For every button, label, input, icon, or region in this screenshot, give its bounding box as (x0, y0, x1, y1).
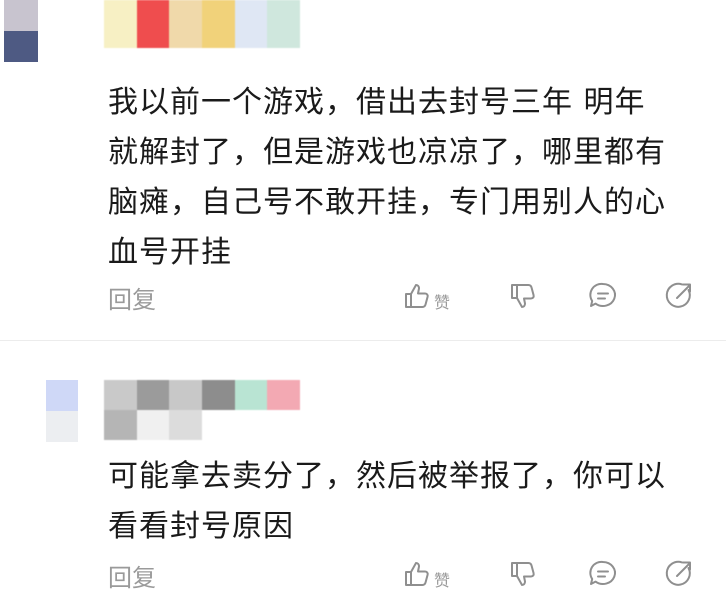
comment-button[interactable] (588, 556, 618, 592)
mosaic-cell (202, 0, 235, 48)
mosaic-cell (4, 0, 38, 31)
comment-actions: 回复 赞 (0, 274, 726, 318)
share-icon (665, 560, 691, 586)
mosaic-cell (169, 0, 202, 48)
mosaic-cell (14, 380, 46, 411)
comment-actions: 回复 赞 (0, 552, 726, 596)
comment-bubble-icon (589, 560, 616, 585)
mosaic-cell (46, 411, 78, 442)
reply-button[interactable]: 回复 (108, 558, 156, 593)
comment-button[interactable] (588, 278, 618, 314)
thumbs-down-icon (511, 562, 535, 586)
mosaic-cell (104, 410, 137, 440)
mosaic-cell (38, 31, 72, 62)
comment-text: 可能拿去卖分了，然后被举报了，你可以 看看封号原因 (108, 459, 666, 544)
reply-button[interactable]: 回复 (108, 280, 156, 315)
like-label: 赞 (434, 293, 451, 312)
mosaic-cell (234, 380, 268, 410)
comment-bubble-icon (589, 282, 616, 307)
comment-divider (0, 340, 726, 341)
mosaic-cell (104, 380, 137, 410)
mosaic-cell (38, 0, 72, 31)
mosaic-cell (234, 410, 268, 440)
mosaic-cell (202, 410, 235, 440)
share-icon (665, 282, 691, 308)
mosaic-cell (46, 380, 78, 411)
mosaic-cell (267, 410, 300, 440)
mosaic-cell (104, 0, 137, 48)
like-button[interactable]: 赞 (402, 278, 450, 314)
username-redacted[interactable] (104, 380, 300, 440)
dislike-button[interactable] (508, 556, 538, 592)
mosaic-cell (169, 410, 202, 440)
thumbs-up-icon (405, 284, 429, 308)
thumbs-down-icon (511, 284, 535, 308)
mosaic-cell (267, 380, 300, 410)
share-button[interactable] (664, 278, 694, 314)
mosaic-cell (136, 0, 170, 48)
mosaic-cell (136, 380, 170, 410)
mosaic-cell (136, 410, 170, 440)
dislike-button[interactable] (508, 278, 538, 314)
thumbs-up-icon (405, 562, 429, 586)
mosaic-cell (234, 0, 268, 48)
mosaic-cell (14, 411, 46, 442)
comment-item: 我以前一个游戏，借出去封号三年 明年 就解封了，但是游戏也凉凉了，哪里都有 脑瘫… (0, 0, 726, 340)
avatar[interactable] (14, 380, 78, 442)
comment-text: 我以前一个游戏，借出去封号三年 明年 就解封了，但是游戏也凉凉了，哪里都有 脑瘫… (108, 85, 666, 270)
like-label: 赞 (434, 571, 451, 590)
like-button[interactable]: 赞 (402, 556, 450, 592)
username-redacted[interactable] (104, 0, 300, 48)
mosaic-cell (169, 380, 202, 410)
mosaic-cell (202, 380, 235, 410)
comment-item: 可能拿去卖分了，然后被举报了，你可以 看看封号原因 回复 赞 (0, 344, 726, 612)
mosaic-cell (267, 0, 300, 48)
mosaic-cell (4, 31, 38, 62)
share-button[interactable] (664, 556, 694, 592)
avatar[interactable] (4, 0, 72, 62)
